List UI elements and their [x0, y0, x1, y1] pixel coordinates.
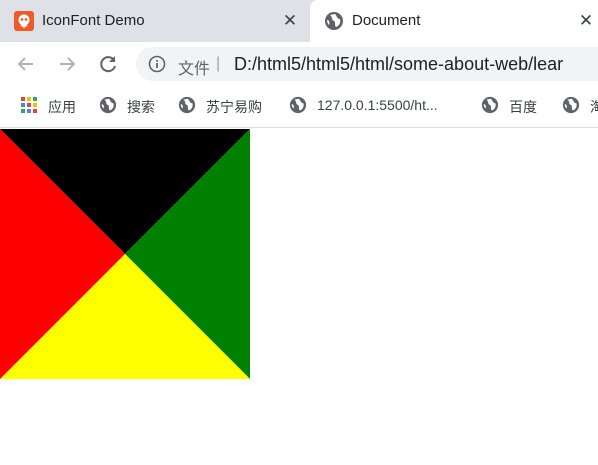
tab-title: IconFont Demo [42, 12, 145, 29]
tab-document[interactable]: Document ✕ [310, 0, 598, 42]
url-separator: | [216, 55, 221, 72]
bookmark-label: 应用 [48, 99, 76, 115]
security-label: 文件 [178, 61, 211, 78]
arrow-left-icon[interactable] [14, 52, 38, 76]
iconfont-logo-icon [14, 11, 34, 31]
address-bar[interactable]: 文件 | D:/html5/html5/html/some-about-web/… [136, 47, 598, 81]
globe-icon [289, 96, 307, 114]
globe-icon [178, 96, 196, 114]
globe-icon [562, 96, 580, 114]
bookmark-label: 搜索 [127, 99, 155, 115]
globe-icon [325, 12, 343, 30]
tab-strip: IconFont Demo ✕ Document ✕ [0, 0, 598, 42]
apps-grid-icon [21, 97, 37, 113]
info-icon[interactable] [148, 55, 166, 73]
close-tab-icon[interactable]: ✕ [280, 11, 300, 31]
browser-toolbar: 文件 | D:/html5/html5/html/some-about-web/… [0, 42, 598, 86]
reload-icon[interactable] [96, 52, 120, 76]
bookmark-label: 百度 [509, 99, 537, 115]
arrow-right-icon[interactable] [55, 52, 79, 76]
globe-icon [481, 96, 499, 114]
bookmark-label: 苏宁易购 [206, 99, 262, 115]
close-tab-icon[interactable]: ✕ [576, 11, 596, 31]
tab-iconfont-demo[interactable]: IconFont Demo ✕ [0, 0, 310, 42]
four-triangle-box [0, 129, 250, 379]
page-viewport [0, 129, 598, 465]
bookmarks-bar: 应用 搜索 苏宁易购 127.0.0.1:5500/ht... 百度 淘 [0, 86, 598, 128]
url-text[interactable]: D:/html5/html5/html/some-about-web/lear [234, 54, 563, 75]
tab-title: Document [352, 12, 421, 29]
globe-icon [99, 96, 117, 114]
bookmark-label: 127.0.0.1:5500/ht... [317, 97, 438, 113]
bookmark-label: 淘 [590, 99, 598, 115]
